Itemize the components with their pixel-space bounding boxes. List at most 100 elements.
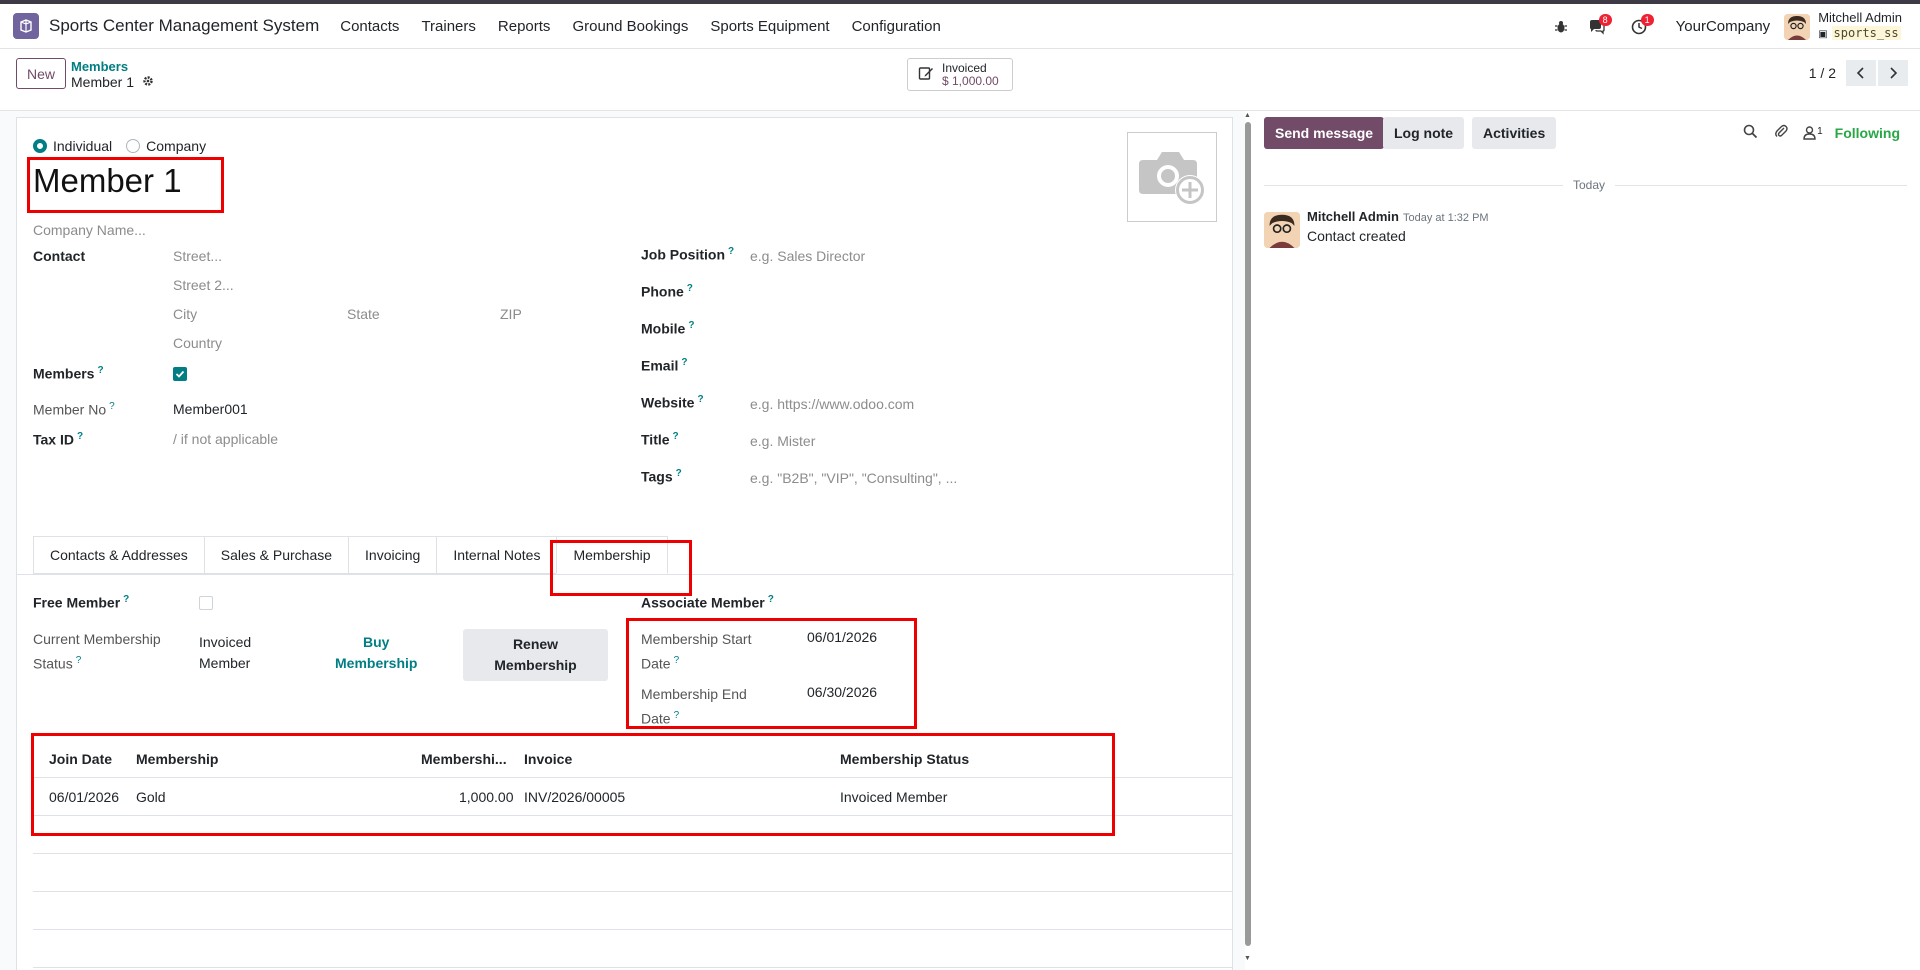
help-tooltip-icon[interactable]: ? <box>123 594 129 605</box>
tab-contacts-addresses[interactable]: Contacts & Addresses <box>33 536 204 574</box>
help-tooltip-icon[interactable]: ? <box>77 431 83 442</box>
membership-end-value[interactable]: 06/30/2026 <box>807 684 877 700</box>
menu-contacts[interactable]: Contacts <box>329 18 410 35</box>
help-tooltip-icon[interactable]: ? <box>674 710 680 721</box>
pager-next-button[interactable] <box>1878 60 1908 86</box>
invoiced-smart-button[interactable]: Invoiced $ 1,000.00 <box>907 58 1013 91</box>
menu-configuration[interactable]: Configuration <box>841 18 952 35</box>
pager-value[interactable]: 1 / 2 <box>1809 65 1836 81</box>
help-tooltip-icon[interactable]: ? <box>697 394 703 405</box>
activities-clock-icon[interactable]: 1 <box>1624 12 1654 42</box>
website-label: Website? <box>641 394 704 411</box>
message-author-name[interactable]: Mitchell Admin <box>1307 209 1399 224</box>
members-checkbox[interactable] <box>173 367 187 381</box>
chevron-left-icon <box>1856 67 1864 79</box>
message-body: Contact created <box>1307 228 1406 244</box>
membership-start-value[interactable]: 06/01/2026 <box>807 629 877 645</box>
menu-ground-bookings[interactable]: Ground Bookings <box>561 18 699 35</box>
followers-icon[interactable]: 1 <box>1803 126 1823 140</box>
send-message-button[interactable]: Send message <box>1264 117 1385 149</box>
tags-input[interactable]: e.g. "B2B", "VIP", "Consulting", ... <box>750 470 957 486</box>
highlight-membership-table <box>31 733 1115 836</box>
scroll-up-arrow-icon[interactable]: ▲ <box>1244 112 1251 119</box>
user-name: Mitchell Admin <box>1818 10 1902 25</box>
state-input[interactable]: State <box>347 306 380 322</box>
contact-label: Contact <box>33 248 86 264</box>
message-author-avatar[interactable] <box>1264 212 1300 248</box>
user-avatar[interactable] <box>1784 13 1811 40</box>
website-input[interactable]: e.g. https://www.odoo.com <box>750 396 914 412</box>
city-input[interactable]: City <box>173 306 197 322</box>
partner-name-input[interactable]: Member 1 <box>33 162 182 200</box>
member-no-input[interactable]: Member001 <box>173 401 248 417</box>
paperclip-icon[interactable] <box>1774 124 1789 142</box>
avatar-upload[interactable] <box>1127 132 1217 222</box>
tab-sales-purchase[interactable]: Sales & Purchase <box>203 536 349 574</box>
messages-icon[interactable]: 8 <box>1582 12 1612 42</box>
help-tooltip-icon[interactable]: ? <box>97 365 103 376</box>
free-member-checkbox[interactable] <box>199 596 213 610</box>
zip-input[interactable]: ZIP <box>500 306 522 322</box>
buy-membership-button[interactable]: Buy Membership <box>335 632 417 674</box>
menu-reports[interactable]: Reports <box>487 18 562 35</box>
tax-id-input[interactable]: / if not applicable <box>173 431 278 447</box>
app-icon[interactable] <box>13 13 39 39</box>
radio-individual-label[interactable]: Individual <box>53 138 112 154</box>
user-menu[interactable]: Mitchell Admin ▣ sports_ss <box>1818 11 1902 42</box>
table-row-empty <box>33 892 1233 930</box>
company-name-input[interactable]: Company Name... <box>33 222 146 238</box>
new-button[interactable]: New <box>16 58 67 89</box>
checkmark-icon <box>175 370 185 378</box>
tax-id-label: Tax ID? <box>33 431 84 448</box>
help-tooltip-icon[interactable]: ? <box>674 655 680 666</box>
breadcrumb-current: Member 1 <box>71 74 154 90</box>
gear-icon[interactable] <box>142 74 154 90</box>
form-view: Individual Company Member 1 Company Name… <box>0 111 1245 970</box>
renew-membership-button[interactable]: Renew Membership <box>463 629 608 681</box>
camera-add-icon <box>1139 152 1205 205</box>
radio-company[interactable] <box>126 139 141 153</box>
search-icon[interactable] <box>1743 124 1758 142</box>
scroll-down-arrow-icon[interactable]: ▼ <box>1244 955 1251 962</box>
tab-invoicing[interactable]: Invoicing <box>348 536 437 574</box>
help-tooltip-icon[interactable]: ? <box>768 594 774 605</box>
help-tooltip-icon[interactable]: ? <box>681 357 687 368</box>
menu-sports-equipment[interactable]: Sports Equipment <box>699 18 840 35</box>
country-input[interactable]: Country <box>173 335 222 351</box>
membership-status-label: Current Membership Status? <box>33 631 161 672</box>
membership-status-value: Invoiced Member <box>199 634 252 671</box>
help-tooltip-icon[interactable]: ? <box>688 320 694 331</box>
tab-internal-notes[interactable]: Internal Notes <box>436 536 557 574</box>
title-input[interactable]: e.g. Mister <box>750 433 815 449</box>
form-scrollbar-thumb[interactable] <box>1245 122 1251 946</box>
help-tooltip-icon[interactable]: ? <box>673 431 679 442</box>
following-button[interactable]: Following <box>1835 125 1900 141</box>
help-tooltip-icon[interactable]: ? <box>676 468 682 479</box>
debug-bug-icon[interactable] <box>1546 12 1576 42</box>
menu-trainers[interactable]: Trainers <box>410 18 486 35</box>
company-switcher[interactable]: YourCompany <box>1676 18 1771 35</box>
street2-input[interactable]: Street 2... <box>173 277 234 293</box>
activities-button[interactable]: Activities <box>1472 117 1557 149</box>
app-name[interactable]: Sports Center Management System <box>49 16 319 36</box>
chatter: Send message Log note Activities 1 Follo… <box>1253 111 1920 970</box>
help-tooltip-icon[interactable]: ? <box>109 401 115 412</box>
title-label: Title? <box>641 431 679 448</box>
job-position-input[interactable]: e.g. Sales Director <box>750 248 865 264</box>
breadcrumb-current-label: Member 1 <box>71 74 135 90</box>
breadcrumb-members[interactable]: Members <box>71 59 128 74</box>
table-row-empty <box>33 930 1233 968</box>
member-no-label: Member No? <box>33 401 115 418</box>
control-panel: New Members Member 1 Invoiced $ 1,000.00… <box>0 49 1920 111</box>
navbar: Sports Center Management System Contacts… <box>0 4 1920 49</box>
radio-individual[interactable] <box>33 139 47 153</box>
radio-company-label[interactable]: Company <box>146 138 206 154</box>
street-input[interactable]: Street... <box>173 248 222 264</box>
pager-previous-button[interactable] <box>1846 60 1876 86</box>
help-tooltip-icon[interactable]: ? <box>76 655 82 666</box>
message-author: Mitchell Admin Today at 1:32 PM <box>1307 209 1489 224</box>
help-tooltip-icon[interactable]: ? <box>728 246 734 257</box>
help-tooltip-icon[interactable]: ? <box>687 283 693 294</box>
log-note-button[interactable]: Log note <box>1383 117 1465 149</box>
associate-member-label: Associate Member? <box>641 594 774 611</box>
